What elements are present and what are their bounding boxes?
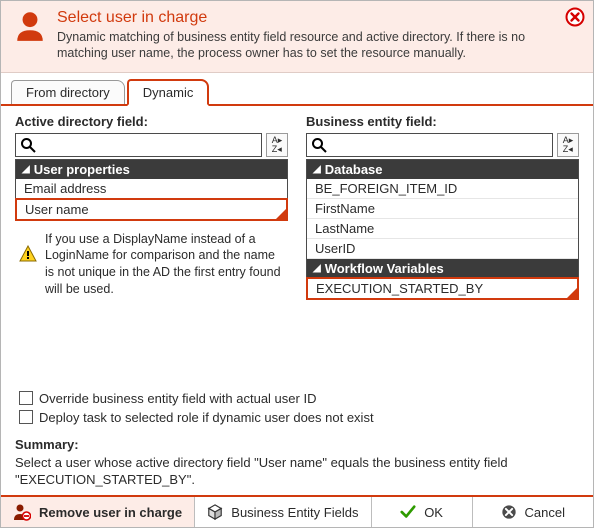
override-checkbox[interactable] xyxy=(19,391,33,405)
remove-user-icon xyxy=(13,503,31,521)
be-search[interactable] xyxy=(306,133,553,157)
ok-button[interactable]: OK xyxy=(372,497,473,527)
tab-dynamic[interactable]: Dynamic xyxy=(127,79,210,106)
ad-field-label: Active directory field: xyxy=(15,114,288,129)
dialog-content: Active directory field: A▸Z◂ ◢ User prop… xyxy=(1,106,593,496)
ad-warning-text: If you use a DisplayName instead of a Lo… xyxy=(45,231,284,299)
be-item-lastname[interactable]: LastName xyxy=(307,219,578,239)
collapse-icon: ◢ xyxy=(22,164,30,175)
business-entity-column: Business entity field: A▸Z◂ ◢ Database B… xyxy=(306,114,579,300)
be-sort-button[interactable]: A▸Z◂ xyxy=(557,133,579,157)
be-item-userid[interactable]: UserID xyxy=(307,239,578,259)
sort-icon: A▸Z◂ xyxy=(563,136,574,154)
be-item-firstname[interactable]: FirstName xyxy=(307,199,578,219)
deploy-checkbox[interactable] xyxy=(19,410,33,424)
ad-item-email[interactable]: Email address xyxy=(16,179,287,199)
be-list: ◢ Database BE_FOREIGN_ITEM_ID FirstName … xyxy=(306,159,579,300)
dialog-description: Dynamic matching of business entity fiel… xyxy=(57,29,561,62)
close-button[interactable] xyxy=(565,7,585,27)
dialog-footer: Remove user in charge Business Entity Fi… xyxy=(1,495,593,527)
cancel-button[interactable]: Cancel xyxy=(473,497,593,527)
business-entity-fields-button[interactable]: Business Entity Fields xyxy=(195,497,372,527)
be-group-workflow-vars[interactable]: ◢ Workflow Variables xyxy=(307,259,578,278)
ad-warning: If you use a DisplayName instead of a Lo… xyxy=(15,221,288,299)
ad-group-user-properties[interactable]: ◢ User properties xyxy=(16,160,287,179)
dialog-title: Select user in charge xyxy=(57,9,561,27)
user-icon xyxy=(13,9,47,43)
ad-list: ◢ User properties Email address User nam… xyxy=(15,159,288,221)
ad-item-username[interactable]: User name xyxy=(15,198,288,221)
remove-user-button[interactable]: Remove user in charge xyxy=(1,497,195,527)
cancel-icon xyxy=(501,504,517,520)
be-group-database[interactable]: ◢ Database xyxy=(307,160,578,179)
cube-icon xyxy=(207,504,223,520)
warning-icon xyxy=(19,245,37,263)
ad-search[interactable] xyxy=(15,133,262,157)
options: Override business entity field with actu… xyxy=(15,383,579,429)
sort-icon: A▸Z◂ xyxy=(272,136,283,154)
summary-text: Select a user whose active directory fie… xyxy=(15,454,579,489)
be-item-foreign-id[interactable]: BE_FOREIGN_ITEM_ID xyxy=(307,179,578,199)
be-field-label: Business entity field: xyxy=(306,114,579,129)
tab-bar: From directory Dynamic xyxy=(1,73,593,106)
collapse-icon: ◢ xyxy=(313,164,321,175)
search-icon xyxy=(20,137,36,153)
deploy-label: Deploy task to selected role if dynamic … xyxy=(39,410,374,425)
tab-from-directory[interactable]: From directory xyxy=(11,80,125,104)
be-item-execution-started-by[interactable]: EXECUTION_STARTED_BY xyxy=(306,277,579,300)
override-label: Override business entity field with actu… xyxy=(39,391,316,406)
active-directory-column: Active directory field: A▸Z◂ ◢ User prop… xyxy=(15,114,288,300)
ad-sort-button[interactable]: A▸Z◂ xyxy=(266,133,288,157)
ad-search-input[interactable] xyxy=(40,136,257,153)
summary-label: Summary: xyxy=(15,437,579,452)
be-search-input[interactable] xyxy=(331,136,548,153)
search-icon xyxy=(311,137,327,153)
check-icon xyxy=(400,504,416,520)
collapse-icon: ◢ xyxy=(313,263,321,274)
dialog-header: Select user in charge Dynamic matching o… xyxy=(1,1,593,73)
